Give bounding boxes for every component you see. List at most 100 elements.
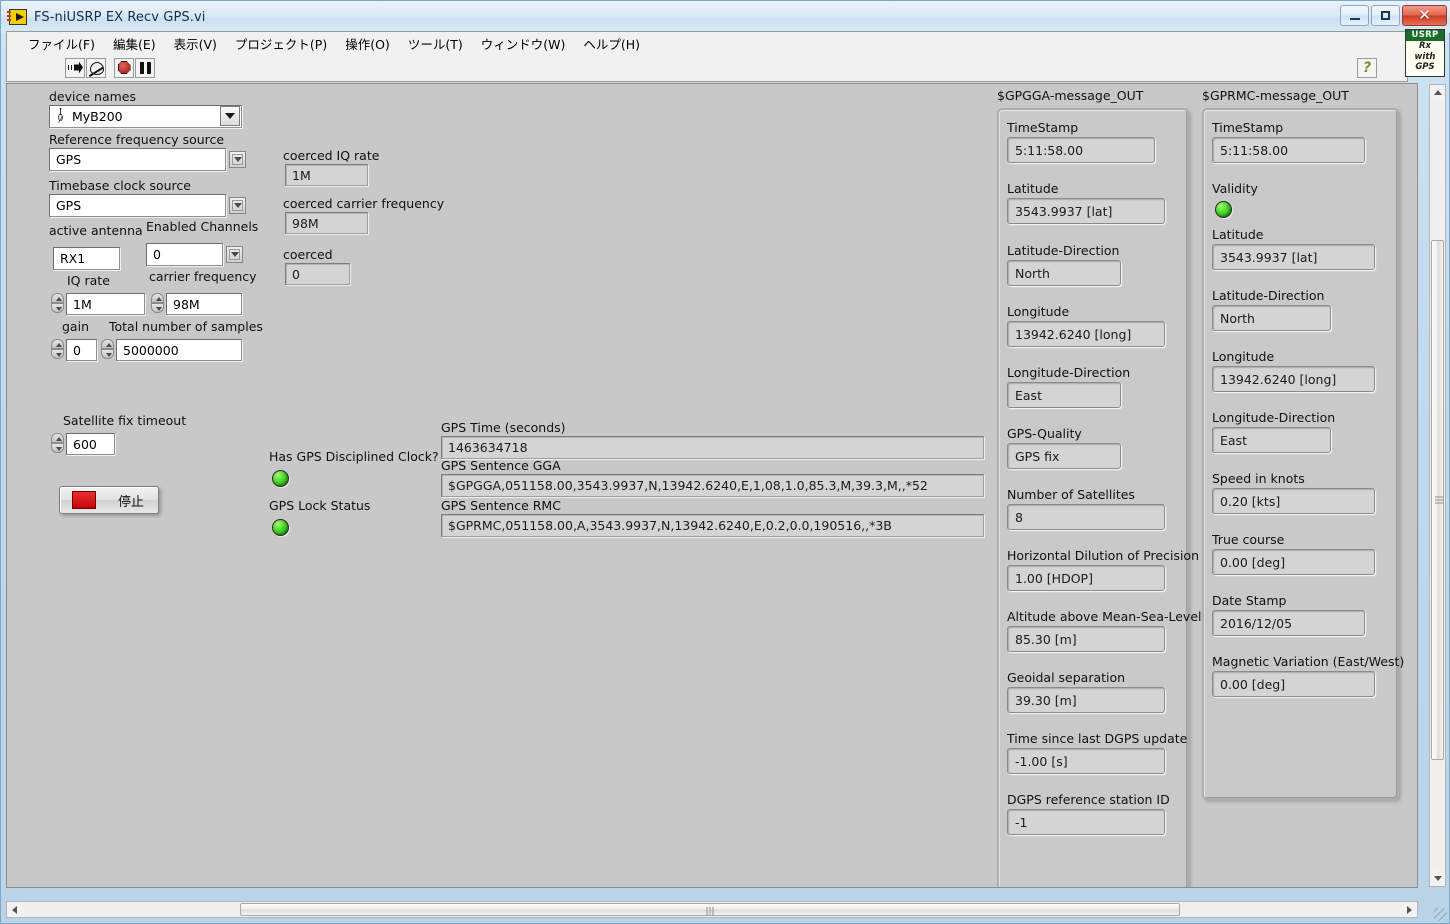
- run-continuously-button[interactable]: [86, 57, 106, 78]
- toolbar-buttons: [65, 57, 155, 78]
- gain-input[interactable]: 0: [66, 339, 97, 361]
- device-names-label: device names: [49, 89, 136, 104]
- gga-latitude-label: Latitude: [1007, 181, 1059, 196]
- iq-rate-input[interactable]: 1M: [66, 293, 145, 315]
- menu-view[interactable]: 表示(V): [165, 32, 226, 55]
- minimize-icon: [1349, 17, 1360, 20]
- rmc-longitude-label: Longitude: [1212, 349, 1275, 364]
- menu-help[interactable]: ヘルプ(H): [574, 32, 649, 55]
- stop-square-icon: [72, 491, 96, 509]
- run-button[interactable]: [65, 57, 85, 78]
- rmc-latitude-direction-display: North: [1212, 305, 1331, 331]
- carrier-frequency-label: carrier frequency: [149, 269, 257, 284]
- rmc-true-course-value: 0.00 [deg]: [1220, 554, 1286, 570]
- gga-dgps-station-id-display: -1: [1007, 809, 1165, 835]
- gga-longitude-label: Longitude: [1007, 304, 1070, 319]
- close-button[interactable]: ✕: [1402, 5, 1447, 26]
- horizontal-scrollbar-thumb[interactable]: [240, 903, 1180, 916]
- enabled-channels-label: Enabled Channels: [146, 219, 259, 234]
- rmc-longitude-direction-display: East: [1212, 427, 1331, 453]
- total-number-of-samples-spinner[interactable]: [101, 339, 114, 360]
- menu-project[interactable]: プロジェクト(P): [226, 32, 336, 55]
- gga-timestamp-value: 5:11:58.00: [1015, 142, 1084, 158]
- gga-altitude-display: 85.30 [m]: [1007, 626, 1165, 652]
- menu-window[interactable]: ウィンドウ(W): [472, 32, 575, 55]
- maximize-icon: [1381, 11, 1390, 20]
- usrp-badge-line4: GPS: [1415, 62, 1435, 72]
- menu-tools[interactable]: ツール(T): [399, 32, 472, 55]
- maximize-button[interactable]: [1371, 5, 1400, 26]
- rmc-true-course-label: True course: [1212, 532, 1285, 547]
- iq-rate-spinner[interactable]: [51, 293, 64, 314]
- satellite-fix-timeout-spinner[interactable]: [51, 433, 64, 454]
- timebase-clock-source-label: Timebase clock source: [49, 178, 191, 193]
- reference-frequency-source-enum-arrow[interactable]: [229, 151, 246, 168]
- horizontal-scrollbar[interactable]: [6, 901, 1418, 918]
- gain-spinner[interactable]: [51, 339, 64, 360]
- scroll-left-button[interactable]: [7, 902, 22, 917]
- rmc-true-course-display: 0.00 [deg]: [1212, 549, 1375, 575]
- satellite-fix-timeout-input[interactable]: 600: [66, 433, 115, 455]
- gps-sentence-gga-value: $GPGGA,051158.00,3543.9937,N,13942.6240,…: [448, 478, 928, 493]
- rmc-speed-in-knots-label: Speed in knots: [1212, 471, 1305, 486]
- minimize-button[interactable]: [1340, 5, 1369, 26]
- rmc-speed-in-knots-display: 0.20 [kts]: [1212, 488, 1375, 514]
- rmc-validity-label: Validity: [1212, 181, 1258, 196]
- gga-geoidal-separation-label: Geoidal separation: [1007, 670, 1126, 685]
- gain-value: 0: [73, 342, 81, 358]
- enabled-channels-enum-arrow[interactable]: [226, 246, 243, 263]
- scroll-up-button[interactable]: [1430, 85, 1445, 100]
- coerced-iq-rate-label: coerced IQ rate: [283, 148, 380, 163]
- window-controls: ✕: [1340, 5, 1447, 26]
- rmc-latitude-direction-value: North: [1220, 310, 1255, 326]
- has-gps-disciplined-clock-label: Has GPS Disciplined Clock?: [269, 449, 439, 464]
- active-antenna-label: active antenna: [49, 223, 143, 238]
- coerced-carrier-frequency-value: 98M: [292, 215, 319, 231]
- gga-latitude-direction-display: North: [1007, 260, 1121, 286]
- gga-hdop-label: Horizontal Dilution of Precision: [1007, 548, 1200, 563]
- gga-geoidal-separation-display: 39.30 [m]: [1007, 687, 1165, 713]
- iq-rate-value: 1M: [73, 296, 92, 312]
- satellite-fix-timeout-label: Satellite fix timeout: [63, 413, 187, 428]
- scrollbar-grip-icon-horizontal: [706, 907, 714, 916]
- pause-icon: [139, 61, 151, 74]
- vertical-scrollbar-thumb[interactable]: [1431, 240, 1444, 760]
- enabled-channels-input[interactable]: 0: [146, 243, 223, 266]
- scroll-down-button[interactable]: [1430, 871, 1445, 886]
- active-antenna-input[interactable]: RX1: [53, 247, 120, 270]
- gps-time-label: GPS Time (seconds): [441, 420, 566, 435]
- labview-vi-icon: [7, 9, 27, 25]
- vertical-scrollbar[interactable]: [1429, 84, 1446, 887]
- usrp-badge-line2: Rx: [1418, 41, 1432, 51]
- rmc-latitude-display: 3543.9937 [lat]: [1212, 244, 1375, 270]
- rmc-timestamp-value: 5:11:58.00: [1220, 142, 1289, 158]
- menu-edit[interactable]: 編集(E): [104, 32, 165, 55]
- abort-icon: [117, 61, 131, 74]
- coerced-carrier-frequency-display: 98M: [285, 212, 368, 234]
- device-names-combo[interactable]: MyB200: [49, 105, 242, 128]
- menu-file[interactable]: ファイル(F): [19, 32, 104, 55]
- total-number-of-samples-input[interactable]: 5000000: [116, 339, 242, 361]
- timebase-clock-source-enum-arrow[interactable]: [229, 197, 246, 214]
- run-continuously-icon: [89, 61, 104, 75]
- pause-button[interactable]: [135, 57, 155, 78]
- usrp-rx-with-gps-badge: USRP Rx with GPS: [1405, 29, 1445, 77]
- gps-sentence-gga-display: $GPGGA,051158.00,3543.9937,N,13942.6240,…: [441, 474, 984, 497]
- rmc-timestamp-display: 5:11:58.00: [1212, 137, 1365, 163]
- window-resize-grip[interactable]: [1434, 908, 1447, 921]
- carrier-frequency-spinner[interactable]: [151, 293, 164, 314]
- gga-number-of-satellites-label: Number of Satellites: [1007, 487, 1135, 502]
- gga-latitude-display: 3543.9937 [lat]: [1007, 198, 1165, 224]
- menu-operate[interactable]: 操作(O): [336, 32, 399, 55]
- gga-dgps-age-value: -1.00 [s]: [1015, 753, 1068, 769]
- gps-sentence-rmc-display: $GPRMC,051158.00,A,3543.9937,N,13942.624…: [441, 514, 984, 537]
- scroll-right-button[interactable]: [1402, 902, 1417, 917]
- stop-button[interactable]: 停止: [59, 486, 159, 514]
- coerced-label: coerced: [283, 247, 333, 262]
- context-help-button[interactable]: ?: [1357, 58, 1377, 78]
- reference-frequency-source-input[interactable]: GPS: [49, 148, 226, 171]
- abort-button[interactable]: [114, 57, 134, 78]
- device-names-dropdown-arrow[interactable]: [220, 106, 240, 126]
- carrier-frequency-input[interactable]: 98M: [166, 293, 242, 315]
- timebase-clock-source-input[interactable]: GPS: [49, 194, 226, 217]
